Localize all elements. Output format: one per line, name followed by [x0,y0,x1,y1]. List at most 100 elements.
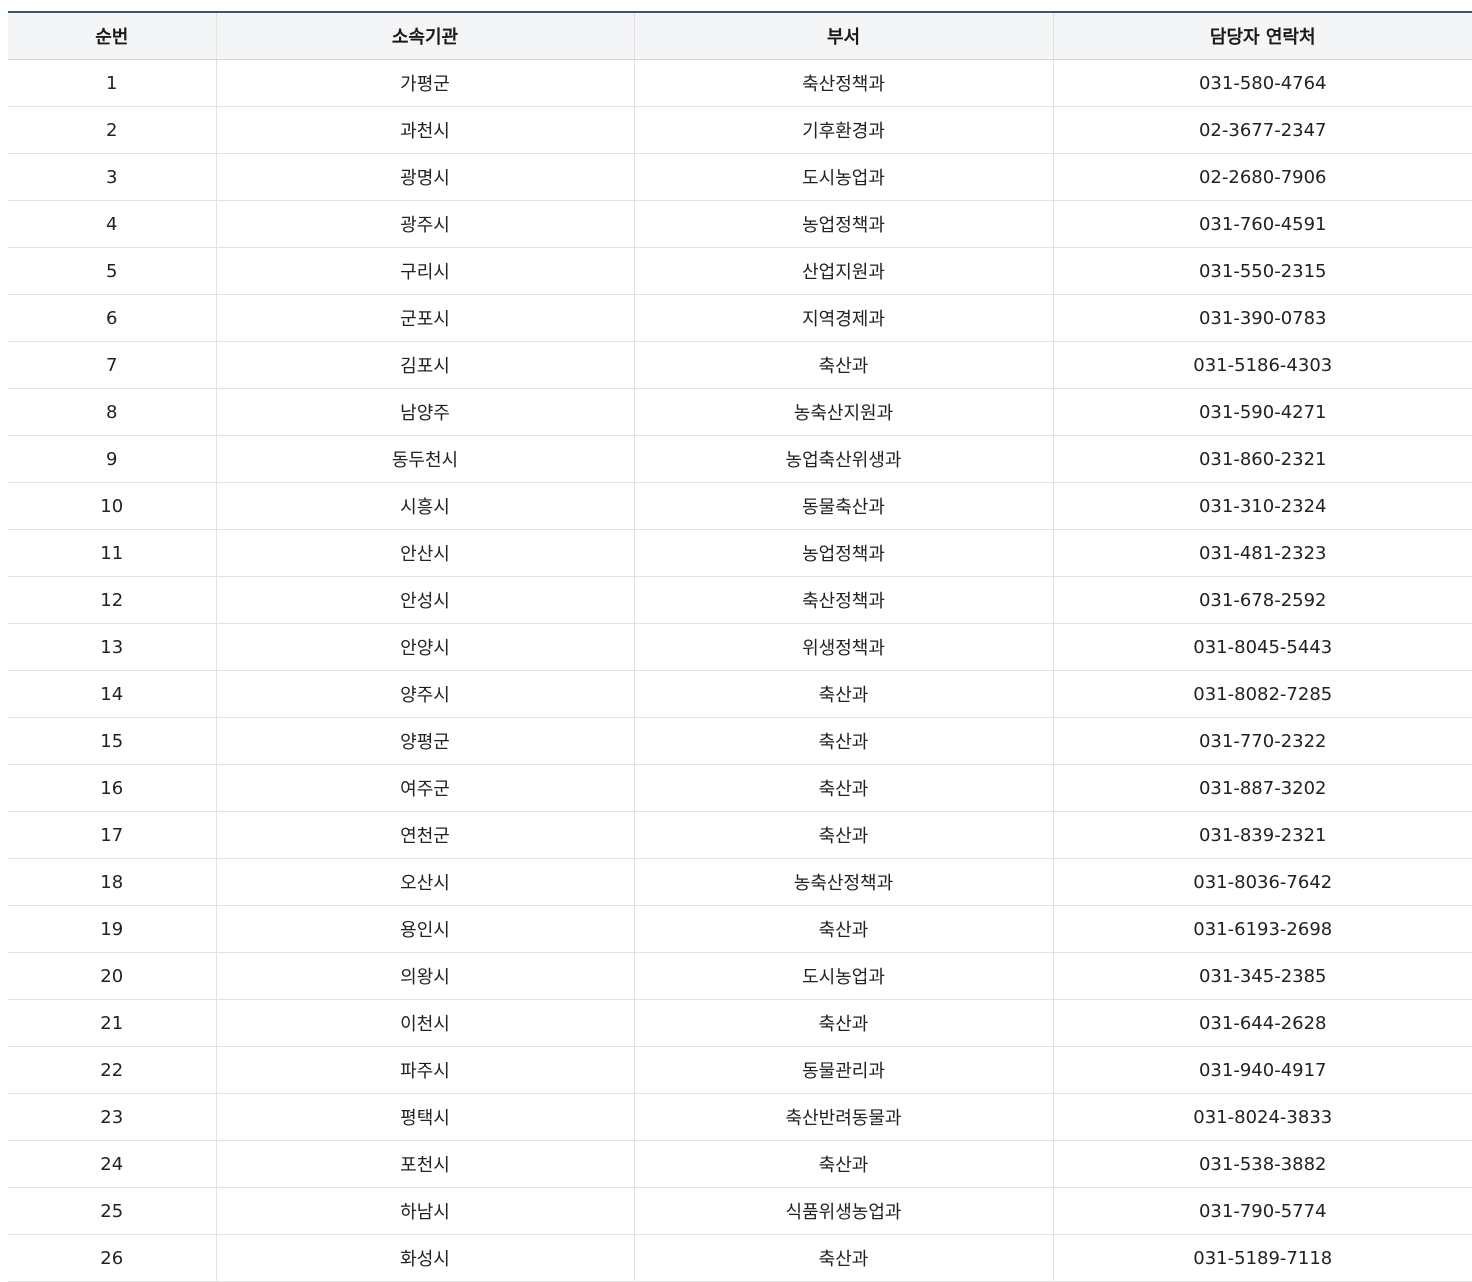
cell-department: 위생정책과 [633,623,1053,671]
cell-contact: 031-590-4271 [1052,388,1472,436]
table-row: 2 과천시 기후환경과 02-3677-2347 [8,106,1472,154]
cell-contact: 031-839-2321 [1052,811,1472,859]
table-row: 14 양주시 축산과 031-8082-7285 [8,670,1472,718]
cell-number: 5 [8,247,216,295]
cell-organization: 광주시 [215,200,634,248]
cell-department: 축산과 [633,717,1053,765]
table-row: 12 안성시 축산정책과 031-678-2592 [8,576,1472,624]
cell-organization: 안산시 [215,529,634,577]
cell-number: 11 [8,529,216,577]
cell-number: 9 [8,435,216,483]
table-row: 17 연천군 축산과 031-839-2321 [8,811,1472,859]
header-organization: 소속기관 [215,11,634,60]
cell-department: 축산과 [633,670,1053,718]
cell-number: 22 [8,1046,216,1094]
cell-number: 2 [8,106,216,154]
cell-number: 21 [8,999,216,1047]
cell-organization: 오산시 [215,858,634,906]
cell-number: 15 [8,717,216,765]
table-row: 5 구리시 산업지원과 031-550-2315 [8,247,1472,295]
cell-organization: 광명시 [215,153,634,201]
table-row: 22 파주시 동물관리과 031-940-4917 [8,1046,1472,1094]
cell-department: 농업축산위생과 [633,435,1053,483]
cell-organization: 남양주 [215,388,634,436]
cell-number: 7 [8,341,216,389]
cell-number: 13 [8,623,216,671]
cell-organization: 평택시 [215,1093,634,1141]
cell-organization: 포천시 [215,1140,634,1188]
cell-contact: 031-644-2628 [1052,999,1472,1047]
table-row: 9 동두천시 농업축산위생과 031-860-2321 [8,435,1472,483]
cell-contact: 02-2680-7906 [1052,153,1472,201]
table-row: 15 양평군 축산과 031-770-2322 [8,717,1472,765]
table-row: 25 하남시 식품위생농업과 031-790-5774 [8,1187,1472,1235]
cell-contact: 031-8082-7285 [1052,670,1472,718]
cell-organization: 김포시 [215,341,634,389]
cell-number: 17 [8,811,216,859]
table-row: 24 포천시 축산과 031-538-3882 [8,1140,1472,1188]
cell-contact: 02-3677-2347 [1052,106,1472,154]
cell-department: 농축산지원과 [633,388,1053,436]
cell-organization: 동두천시 [215,435,634,483]
cell-number: 3 [8,153,216,201]
cell-organization: 연천군 [215,811,634,859]
cell-number: 16 [8,764,216,812]
cell-department: 도시농업과 [633,153,1053,201]
cell-contact: 031-481-2323 [1052,529,1472,577]
cell-contact: 031-8045-5443 [1052,623,1472,671]
cell-contact: 031-678-2592 [1052,576,1472,624]
cell-contact: 031-345-2385 [1052,952,1472,1000]
cell-number: 8 [8,388,216,436]
cell-contact: 031-760-4591 [1052,200,1472,248]
cell-contact: 031-770-2322 [1052,717,1472,765]
cell-contact: 031-5186-4303 [1052,341,1472,389]
cell-organization: 용인시 [215,905,634,953]
cell-organization: 양평군 [215,717,634,765]
cell-organization: 군포시 [215,294,634,342]
cell-department: 도시농업과 [633,952,1053,1000]
cell-department: 축산과 [633,1234,1053,1282]
cell-number: 14 [8,670,216,718]
cell-organization: 이천시 [215,999,634,1047]
cell-organization: 과천시 [215,106,634,154]
cell-contact: 031-790-5774 [1052,1187,1472,1235]
table-row: 16 여주군 축산과 031-887-3202 [8,764,1472,812]
cell-organization: 가평군 [215,59,634,107]
cell-department: 축산반려동물과 [633,1093,1053,1141]
table-row: 19 용인시 축산과 031-6193-2698 [8,905,1472,953]
table-body: 1 가평군 축산정책과 031-580-4764 2 과천시 기후환경과 02-3677-23… [8,59,1472,1282]
table-row: 1 가평군 축산정책과 031-580-4764 [8,59,1472,107]
cell-contact: 031-580-4764 [1052,59,1472,107]
cell-organization: 화성시 [215,1234,634,1282]
cell-contact: 031-538-3882 [1052,1140,1472,1188]
cell-department: 동물관리과 [633,1046,1053,1094]
table-row: 3 광명시 도시농업과 02-2680-7906 [8,153,1472,201]
cell-contact: 031-390-0783 [1052,294,1472,342]
cell-department: 축산과 [633,811,1053,859]
cell-department: 축산정책과 [633,59,1053,107]
contact-table: 순번 소속기관 부서 담당자 연락처 1 가평군 축산정책과 031-580-4764… [8,11,1472,1282]
cell-number: 23 [8,1093,216,1141]
cell-department: 축산정책과 [633,576,1053,624]
cell-organization: 의왕시 [215,952,634,1000]
table-row: 11 안산시 농업정책과 031-481-2323 [8,529,1472,577]
cell-number: 12 [8,576,216,624]
cell-number: 6 [8,294,216,342]
table-header-row: 순번 소속기관 부서 담당자 연락처 [8,11,1472,60]
cell-organization: 여주군 [215,764,634,812]
cell-number: 19 [8,905,216,953]
cell-department: 동물축산과 [633,482,1053,530]
table-row: 10 시흥시 동물축산과 031-310-2324 [8,482,1472,530]
table-row: 13 안양시 위생정책과 031-8045-5443 [8,623,1472,671]
cell-department: 축산과 [633,341,1053,389]
header-contact: 담당자 연락처 [1052,11,1472,60]
cell-department: 농업정책과 [633,200,1053,248]
cell-organization: 구리시 [215,247,634,295]
cell-organization: 파주시 [215,1046,634,1094]
cell-number: 1 [8,59,216,107]
cell-contact: 031-8024-3833 [1052,1093,1472,1141]
cell-contact: 031-8036-7642 [1052,858,1472,906]
cell-number: 25 [8,1187,216,1235]
table-row: 23 평택시 축산반려동물과 031-8024-3833 [8,1093,1472,1141]
cell-number: 26 [8,1234,216,1282]
